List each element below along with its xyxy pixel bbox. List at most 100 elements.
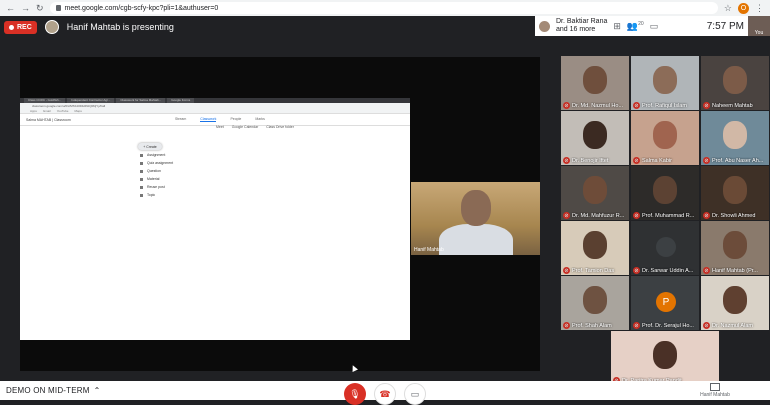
shared-tab: Google Forms: [167, 98, 195, 103]
meeting-details[interactable]: DEMO ON MID-TERM ⌃: [0, 386, 101, 395]
participants-summary-more: and 16 more: [556, 26, 596, 33]
participant-name: Dr. Nazmul Alam: [712, 322, 753, 329]
nav-classwork: Classwork: [200, 117, 217, 122]
participant-tile[interactable]: ⊘ Prof. Shah Alam: [561, 276, 629, 330]
participant-face: [583, 286, 607, 314]
menu-item: Topic: [140, 193, 173, 197]
nav-people: People: [230, 117, 242, 121]
participant-tile[interactable]: ⊘ Hanif Mahtab (Pr...: [701, 221, 769, 275]
assignment-icon: [140, 153, 143, 157]
participant-tile[interactable]: ⊘ Prof. Abu Naser Ah...: [701, 111, 769, 165]
record-dot-icon: [9, 24, 14, 30]
self-label: You: [754, 30, 764, 36]
participant-tile[interactable]: ⊘ Prof. Rafiqul Islam: [631, 56, 699, 110]
recording-badge: REC: [4, 20, 37, 34]
shared-tab: Independent Contractor Agr...: [67, 98, 115, 103]
participant-face: [653, 176, 677, 204]
tool-drive: Class Drive folder: [266, 125, 294, 129]
participant-label: ⊘ Prof. Muhammad R...: [631, 212, 699, 219]
create-menu: Assignment Quiz assignment Question Mate…: [140, 153, 173, 197]
participant-tile[interactable]: ⊘ Naheem Mahtab: [701, 56, 769, 110]
camera-button[interactable]: ▭: [404, 383, 426, 405]
participant-tile[interactable]: ⊘ Prof. Tamion Das: [561, 221, 629, 275]
participant-tile[interactable]: ⊘ Dr. Benojir Iftet: [561, 111, 629, 165]
participant-name: Prof. Shah Alam: [572, 322, 612, 329]
shared-screen: Class CCRC - Goldfish... Independent Con…: [20, 98, 410, 340]
reload-icon[interactable]: ↻: [36, 3, 44, 14]
participant-name: Prof. Abu Naser Ah...: [712, 157, 764, 164]
mic-off-button[interactable]: 🎙: [344, 383, 366, 405]
bookmark: Gmail: [42, 109, 51, 113]
chevron-up-icon: ⌃: [93, 386, 101, 395]
participant-tile[interactable]: P ⊘ Prof. Dr. Serajul Ho...: [631, 276, 699, 330]
participant-face: [583, 121, 607, 149]
mic-muted-icon: ⊘: [563, 102, 570, 109]
people-icon[interactable]: 👥20: [627, 21, 644, 32]
participant-face: [723, 231, 747, 259]
participant-tile[interactable]: ⊘ Dr. Md. Nazmul Ho...: [561, 56, 629, 110]
participant-tile[interactable]: ⊘ Dr. Nazmul Alam: [701, 276, 769, 330]
mic-muted-icon: ⊘: [633, 157, 640, 164]
end-call-button[interactable]: ☎: [374, 383, 396, 405]
participant-label: ⊘ Prof. Rafiqul Islam: [631, 102, 699, 109]
star-icon[interactable]: ☆: [724, 3, 732, 14]
forward-icon[interactable]: →: [21, 3, 30, 13]
participant-label: ⊘ Prof. Abu Naser Ah...: [701, 157, 769, 164]
participant-name: Dr. Sarwar Uddin A...: [642, 267, 694, 274]
participant-label: ⊘ Naheem Mahtab: [701, 102, 769, 109]
present-label: Hanif Mahtab: [700, 392, 730, 398]
back-icon[interactable]: ←: [6, 3, 15, 13]
profile-avatar[interactable]: O: [738, 2, 749, 14]
participants-summary[interactable]: Dr. Baktiar Rana and 16 more: [556, 18, 607, 34]
nav-stream: Stream: [175, 117, 187, 121]
participant-name: Dr. Showli Ahmed: [712, 212, 756, 219]
topic-icon: [140, 193, 143, 197]
participant-face: [653, 66, 677, 94]
participant-label: ⊘ Salma Kabir: [631, 157, 699, 164]
participant-tile[interactable]: ⊘ Salma Kabir: [631, 111, 699, 165]
presenter-video-tile[interactable]: Hanif Mahtab: [411, 182, 540, 255]
clock: 7:57 PM: [706, 20, 744, 32]
participant-label: ⊘ Dr. Md. Nazmul Ho...: [561, 102, 629, 109]
lock-icon: [55, 5, 61, 11]
participant-tile[interactable]: ⊘ Dr. Showli Ahmed: [701, 166, 769, 220]
menu-item-label: Material: [147, 177, 160, 181]
present-icon: [710, 383, 720, 391]
mic-muted-icon: ⊘: [703, 267, 710, 274]
participant-face: [723, 286, 747, 314]
menu-item: Question: [140, 169, 173, 173]
participant-tile[interactable]: ⊘ Dr. Md. Mahfuzur R...: [561, 166, 629, 220]
self-view[interactable]: You: [748, 16, 770, 36]
participant-tile[interactable]: ⊘Dr. Paritra Kumar Pandit: [611, 331, 719, 385]
present-now-button[interactable]: Hanif Mahtab: [690, 383, 740, 398]
meeting-title: DEMO ON MID-TERM: [6, 386, 90, 395]
quiz-icon: [140, 161, 143, 165]
address-bar[interactable]: meet.google.com/cgb-scfy-kpc?pli=1&authu…: [49, 2, 718, 14]
participant-tile[interactable]: ⊘ Dr. Sarwar Uddin A...: [631, 221, 699, 275]
participant-name: Dr. Md. Nazmul Ho...: [572, 102, 624, 109]
menu-dots-icon[interactable]: ⋮: [755, 3, 764, 14]
mic-muted-icon: ⊘: [703, 212, 710, 219]
tool-calendar: Google Calendar: [231, 125, 259, 129]
participant-avatar: [656, 237, 676, 257]
rec-label: REC: [17, 23, 32, 31]
mic-muted-icon: ⊘: [633, 212, 640, 219]
shared-tabs: Class CCRC - Goldfish... Independent Con…: [20, 98, 195, 103]
participant-face: [653, 121, 677, 149]
participant-avatar: P: [656, 292, 676, 312]
question-icon: [140, 169, 143, 173]
participant-label: ⊘ Dr. Sarwar Uddin A...: [631, 267, 699, 274]
participant-tile[interactable]: ⊘ Prof. Muhammad R...: [631, 166, 699, 220]
participant-label: ⊘ Prof. Shah Alam: [561, 322, 629, 329]
mic-muted-icon: ⊘: [633, 102, 640, 109]
participant-count: 20: [638, 20, 644, 27]
participant-label: ⊘ Dr. Md. Mahfuzur R...: [561, 212, 629, 219]
chat-icon[interactable]: ▭: [650, 21, 659, 32]
presenter-text: Hanif Mahtab is presenting: [66, 22, 174, 32]
presenter-body: [439, 224, 513, 255]
participant-label: ⊘ Hanif Mahtab (Pr...: [701, 267, 769, 274]
participant-face: [583, 231, 607, 259]
participant-name: Dr. Md. Mahfuzur R...: [572, 212, 625, 219]
participants-summary-name: Dr. Baktiar Rana: [556, 18, 608, 25]
layout-icon[interactable]: ⊞: [613, 21, 621, 32]
